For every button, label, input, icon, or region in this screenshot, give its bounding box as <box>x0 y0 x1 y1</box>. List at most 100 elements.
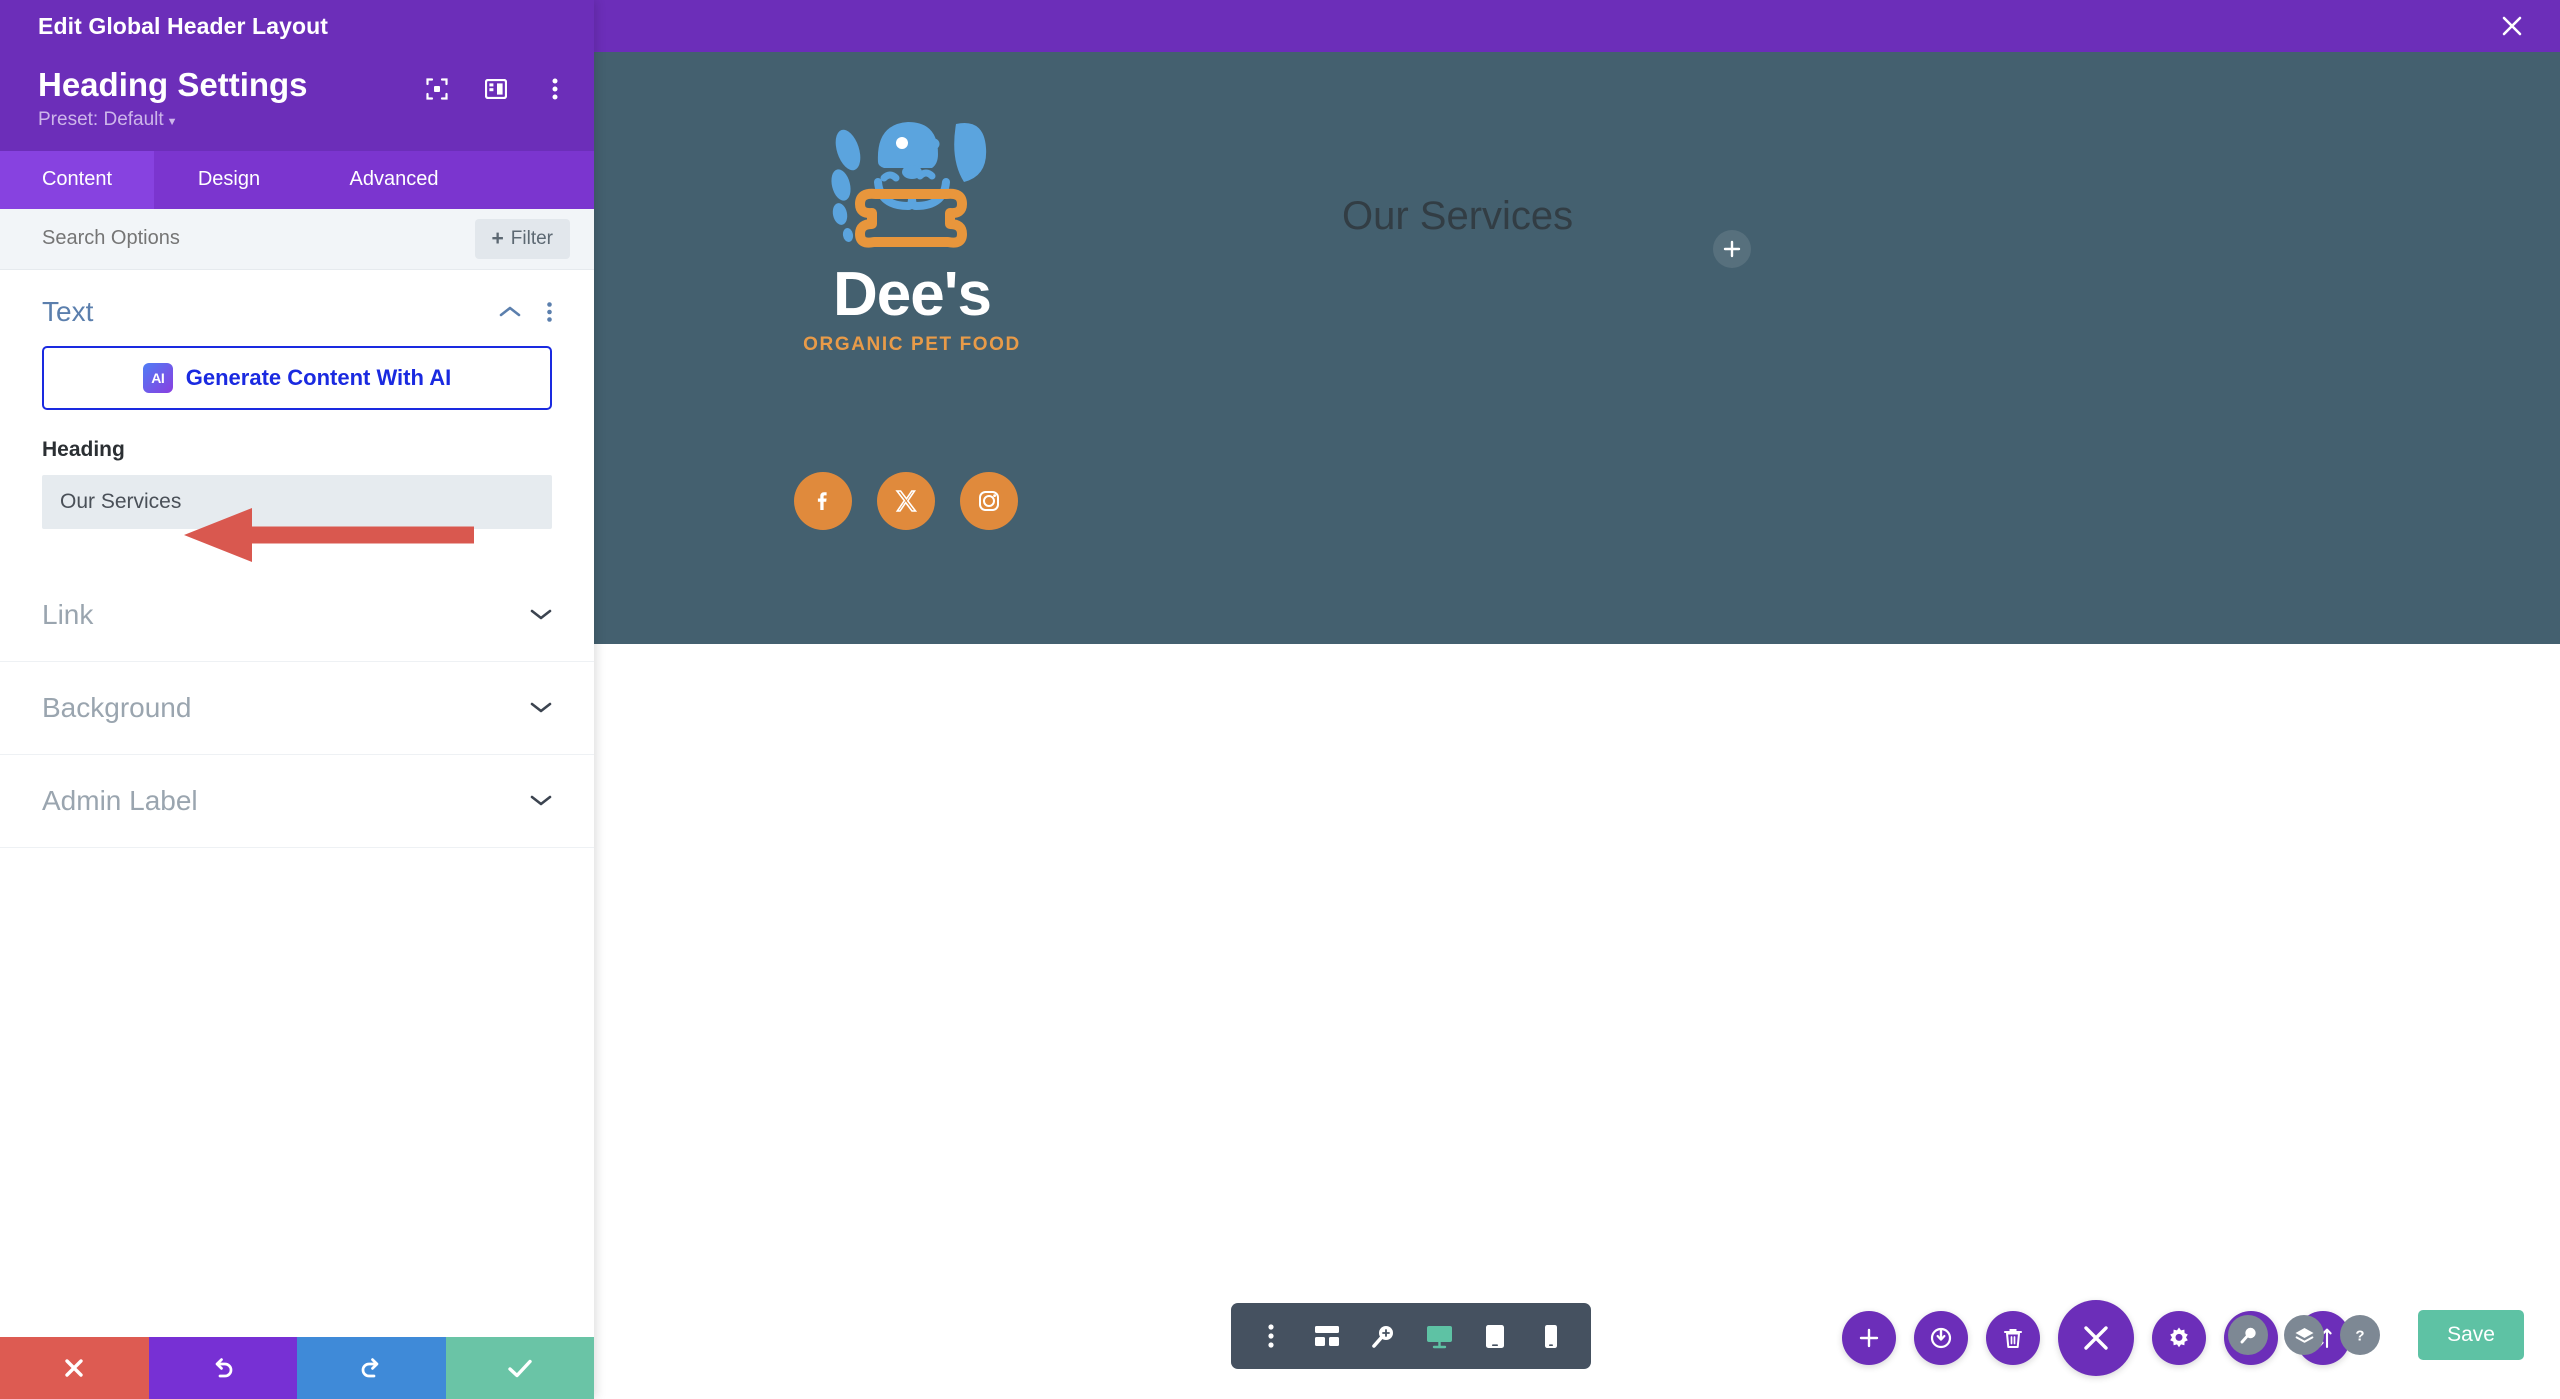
desktop-view-icon[interactable] <box>1411 1303 1467 1369</box>
panel-layout-icon[interactable] <box>483 76 509 102</box>
panel-titlebar: Edit Global Header Layout <box>0 0 594 52</box>
add-module-button[interactable] <box>1713 230 1751 268</box>
svg-text:?: ? <box>2356 1328 2365 1345</box>
settings-body: Text AI Generate Content With AI Heading… <box>0 269 594 1337</box>
panel-split-icon <box>485 79 507 99</box>
x-glyph-icon <box>895 490 918 512</box>
chevron-down-icon <box>530 796 552 806</box>
heading-field-label: Heading <box>42 437 125 461</box>
plus-icon: + <box>491 227 504 251</box>
logo-name: Dee's <box>833 260 992 329</box>
services-heading[interactable]: Our Services <box>1342 194 1573 239</box>
instagram-glyph-icon <box>979 491 999 511</box>
more-options-icon[interactable] <box>1243 1303 1299 1369</box>
search-button[interactable] <box>2228 1315 2269 1355</box>
chevron-up-glyph-icon <box>499 307 521 317</box>
tab-design[interactable]: Design <box>154 150 304 209</box>
plus-icon <box>1859 1328 1879 1348</box>
tab-content[interactable]: Content <box>0 150 154 209</box>
focus-brackets-icon <box>426 78 448 100</box>
wireframe-icon <box>1315 1326 1339 1346</box>
panel-header: Heading Settings Preset: Default ▼ <box>0 52 594 151</box>
gear-icon <box>2170 1327 2188 1348</box>
admin-label-section[interactable]: Admin Label <box>0 755 594 848</box>
ai-button-label: Generate Content With AI <box>185 364 452 390</box>
tab-advanced[interactable]: Advanced <box>304 150 484 209</box>
module-title: Heading Settings <box>38 66 308 103</box>
site-logo[interactable]: Dee's ORGANIC PET FOOD <box>787 102 1037 356</box>
phone-icon <box>1545 1324 1557 1348</box>
zoom-out-view-icon[interactable] <box>1355 1303 1411 1369</box>
plus-icon <box>1723 240 1741 258</box>
preset-label: Preset: Default <box>38 108 164 130</box>
save-button[interactable]: Save <box>2418 1310 2524 1360</box>
clear-layout-button[interactable] <box>1986 1311 2040 1365</box>
facebook-icon[interactable] <box>794 472 852 530</box>
heading-input[interactable] <box>42 474 552 529</box>
caret-down-icon: ▼ <box>166 115 178 128</box>
filter-button[interactable]: + Filter <box>474 218 570 259</box>
chevron-up-icon[interactable] <box>499 305 521 318</box>
toggle-builder-button[interactable] <box>1914 1311 1968 1365</box>
more-options-icon[interactable] <box>547 302 552 322</box>
close-icon <box>2502 16 2522 36</box>
trash-icon <box>2003 1328 2023 1348</box>
wireframe-view-icon[interactable] <box>1299 1303 1355 1369</box>
save-changes-button[interactable] <box>445 1337 594 1399</box>
text-section-title: Text <box>42 295 94 327</box>
search-input[interactable] <box>42 227 372 251</box>
panel-header-icons <box>424 66 568 102</box>
x-twitter-icon[interactable] <box>877 472 935 530</box>
text-section-header[interactable]: Text <box>42 296 552 346</box>
admin-label-section-title: Admin Label <box>42 784 198 816</box>
close-builder-modal-button[interactable] <box>2494 8 2530 44</box>
help-button[interactable]: ? <box>2340 1315 2381 1355</box>
power-icon <box>1930 1327 1952 1349</box>
magnifier-plus-icon <box>1371 1325 1393 1348</box>
search-row: + Filter <box>0 208 594 270</box>
close-builder-button[interactable] <box>2058 1300 2134 1376</box>
canvas-topbar <box>594 0 2560 52</box>
builder-canvas: Dee's ORGANIC PET FOOD Our Services ? Sa… <box>594 0 2560 1399</box>
settings-button[interactable] <box>2152 1311 2206 1365</box>
generate-content-with-ai-button[interactable]: AI Generate Content With AI <box>42 345 552 410</box>
add-section-button[interactable] <box>1842 1311 1896 1365</box>
dog-head-with-bone-logo <box>831 122 987 248</box>
settings-footer <box>0 1337 594 1399</box>
social-icon-list <box>794 472 1018 530</box>
background-section-title: Background <box>42 691 192 723</box>
phone-view-icon[interactable] <box>1523 1303 1579 1369</box>
magnifier-icon <box>2240 1327 2256 1343</box>
text-section: Text AI Generate Content With AI Heading… <box>0 270 594 529</box>
chevron-down-icon <box>530 610 552 620</box>
window-title: Edit Global Header Layout <box>38 12 329 39</box>
undo-button[interactable] <box>148 1337 297 1399</box>
tablet-view-icon[interactable] <box>1467 1303 1523 1369</box>
vertical-dots-icon <box>1268 1324 1274 1348</box>
discard-button[interactable] <box>0 1337 149 1399</box>
background-section[interactable]: Background <box>0 662 594 755</box>
monitor-icon <box>1426 1325 1452 1348</box>
close-icon <box>2084 1326 2108 1350</box>
vertical-dots-icon <box>547 302 552 322</box>
undo-icon <box>215 1358 233 1378</box>
module-settings-panel: Edit Global Header Layout Heading Settin… <box>0 0 594 1399</box>
logo-tagline: ORGANIC PET FOOD <box>803 334 1021 355</box>
tablet-icon <box>1486 1324 1504 1348</box>
builder-util-toolbar: ? Save <box>2228 1310 2524 1360</box>
layers-button[interactable] <box>2284 1315 2325 1355</box>
instagram-icon[interactable] <box>960 472 1018 530</box>
chevron-down-icon <box>530 703 552 713</box>
more-options-icon[interactable] <box>542 76 568 102</box>
focus-target-icon[interactable] <box>424 76 450 102</box>
layers-icon <box>2295 1327 2314 1343</box>
close-icon <box>65 1359 83 1377</box>
settings-tabs: Content Design Advanced <box>0 150 594 209</box>
facebook-glyph-icon <box>817 492 827 510</box>
redo-icon <box>361 1358 379 1378</box>
redo-button[interactable] <box>297 1337 446 1399</box>
vertical-dots-icon <box>552 78 558 100</box>
ai-badge-icon: AI <box>142 362 173 393</box>
preset-selector[interactable]: Preset: Default ▼ <box>38 109 568 131</box>
link-section[interactable]: Link <box>0 569 594 662</box>
